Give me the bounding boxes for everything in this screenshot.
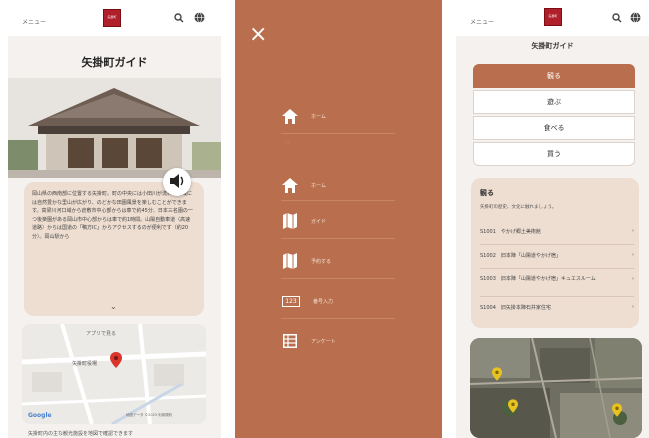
divider bbox=[281, 238, 395, 239]
navigation-drawer: × ホーム - - ホーム ガイド 予約する 123 番号入力 アンケート bbox=[235, 0, 442, 438]
tab-see[interactable]: 観る bbox=[473, 64, 635, 88]
chevron-right-icon: › bbox=[632, 304, 634, 310]
page-title: 矢掛町ガイド bbox=[531, 42, 574, 50]
home-icon bbox=[281, 107, 299, 125]
hero-photo bbox=[8, 78, 221, 178]
section-title: 観る bbox=[480, 189, 494, 197]
page-title: 矢掛町ガイド bbox=[81, 56, 148, 69]
drawer-item-reserve[interactable]: 予約する bbox=[281, 252, 331, 270]
guide-screen-sightseeing: メニュー 矢掛町 矢掛町ガイド 観る 遊ぶ 食べる 買う 観る 矢掛町の歴史、文… bbox=[456, 0, 649, 438]
guide-screen-home: メニュー 矢掛町 矢掛町ガイド 岡山県の西南部に位置する矢掛町。町の中央には小田… bbox=[8, 0, 221, 438]
description-text: 岡山県の西南部に位置する矢掛町。町の中央には小田川が流れ、町域には自然豊かな里山… bbox=[32, 191, 193, 240]
sightseeing-card: 観る 矢掛町の歴史、文化に触れましょう。 S1001 やかげ郷土美術館 › S1… bbox=[471, 178, 639, 328]
divider bbox=[281, 133, 395, 134]
drawer-item-label: ホーム bbox=[311, 182, 326, 189]
section-description: 矢掛町の歴史、文化に触れましょう。 bbox=[480, 205, 557, 210]
list-item-code: S1001 やかげ郷土美術館 bbox=[480, 229, 541, 235]
list-item[interactable]: S1001 やかげ郷土美術館 › bbox=[480, 228, 634, 235]
list-item[interactable]: S1004 旧矢掛本陣石井家住宅 › bbox=[480, 304, 634, 311]
divider bbox=[281, 318, 395, 319]
google-logo: Google bbox=[28, 412, 52, 419]
language-globe-icon[interactable] bbox=[194, 12, 205, 25]
search-icon[interactable] bbox=[612, 13, 622, 25]
list-item-code: S1004 旧矢掛本陣石井家住宅 bbox=[480, 305, 551, 311]
search-icon[interactable] bbox=[174, 13, 184, 25]
drawer-item-label: 番号入力 bbox=[313, 298, 334, 305]
menu-button[interactable]: メニュー bbox=[22, 17, 46, 26]
menu-button[interactable]: メニュー bbox=[470, 17, 494, 26]
town-logo: 矢掛町 bbox=[103, 9, 121, 27]
map-icon bbox=[281, 252, 299, 270]
satellite-map[interactable] bbox=[470, 338, 642, 438]
number-input-icon: 123 bbox=[281, 292, 301, 310]
list-item-code: S1002 旧本陣「山陽道やかげ宿」 bbox=[480, 253, 561, 259]
tab-buy[interactable]: 買う bbox=[473, 142, 635, 166]
divider-dots: - - bbox=[285, 140, 291, 146]
logo-text: 矢掛町 bbox=[548, 14, 558, 18]
expand-chevron-icon[interactable]: ⌄ bbox=[110, 302, 117, 311]
drawer-item-home-2[interactable]: ホーム bbox=[281, 176, 326, 194]
drawer-item-label: アンケート bbox=[311, 338, 336, 345]
list-icon bbox=[281, 332, 299, 350]
map-pin-label: 矢掛町役場 bbox=[72, 361, 98, 367]
drawer-item-label: ガイド bbox=[311, 218, 327, 225]
drawer-item-number-input[interactable]: 123 番号入力 bbox=[281, 292, 333, 310]
divider bbox=[480, 244, 634, 245]
chevron-right-icon: › bbox=[632, 276, 634, 282]
divider bbox=[480, 296, 634, 297]
list-item[interactable]: S1002 旧本陣「山陽道やかげ宿」 › bbox=[480, 252, 634, 259]
drawer-item-label: 予約する bbox=[311, 258, 332, 265]
speaker-icon bbox=[169, 173, 185, 192]
divider bbox=[281, 278, 395, 279]
tab-play[interactable]: 遊ぶ bbox=[473, 90, 635, 114]
map-card[interactable]: アプリで見る 矢掛町役場 Google 地図データ ©2023 利用規約 bbox=[22, 324, 206, 424]
chevron-right-icon: › bbox=[632, 228, 634, 234]
drawer-item-survey[interactable]: アンケート bbox=[281, 332, 336, 350]
town-logo: 矢掛町 bbox=[544, 8, 562, 26]
home-icon bbox=[281, 176, 299, 194]
chevron-right-icon: › bbox=[632, 252, 634, 258]
list-item-code: S1003 旧本陣「山陽道やかげ宿」キュエスルーム bbox=[480, 276, 596, 282]
divider bbox=[281, 200, 395, 201]
description-card: 岡山県の西南部に位置する矢掛町。町の中央には小田川が流れ、町域には自然豊かな里山… bbox=[24, 182, 204, 316]
logo-text: 矢掛町 bbox=[107, 15, 117, 19]
map-pin-icon[interactable] bbox=[110, 352, 122, 372]
close-icon[interactable]: × bbox=[249, 24, 267, 46]
language-globe-icon[interactable] bbox=[630, 12, 641, 25]
number-badge: 123 bbox=[282, 295, 300, 307]
bottom-caption: 矢掛町内の主な観光施設を地図で確認できます bbox=[28, 431, 134, 437]
map-pin-icon[interactable] bbox=[492, 366, 502, 385]
list-item[interactable]: S1003 旧本陣「山陽道やかげ宿」キュエスルーム › bbox=[480, 276, 634, 282]
tab-eat[interactable]: 食べる bbox=[473, 116, 635, 140]
map-pin-icon[interactable] bbox=[612, 402, 622, 421]
audio-play-button[interactable] bbox=[163, 168, 191, 196]
map-directions-link[interactable]: アプリで見る bbox=[86, 330, 116, 337]
map-icon bbox=[281, 212, 299, 230]
map-attribution: 地図データ ©2023 利用規約 bbox=[126, 413, 173, 417]
divider bbox=[480, 268, 634, 269]
drawer-item-home[interactable]: ホーム bbox=[281, 107, 326, 125]
map-pin-icon[interactable] bbox=[508, 398, 518, 417]
drawer-item-label: ホーム bbox=[311, 113, 326, 120]
drawer-item-guide[interactable]: ガイド bbox=[281, 212, 326, 230]
